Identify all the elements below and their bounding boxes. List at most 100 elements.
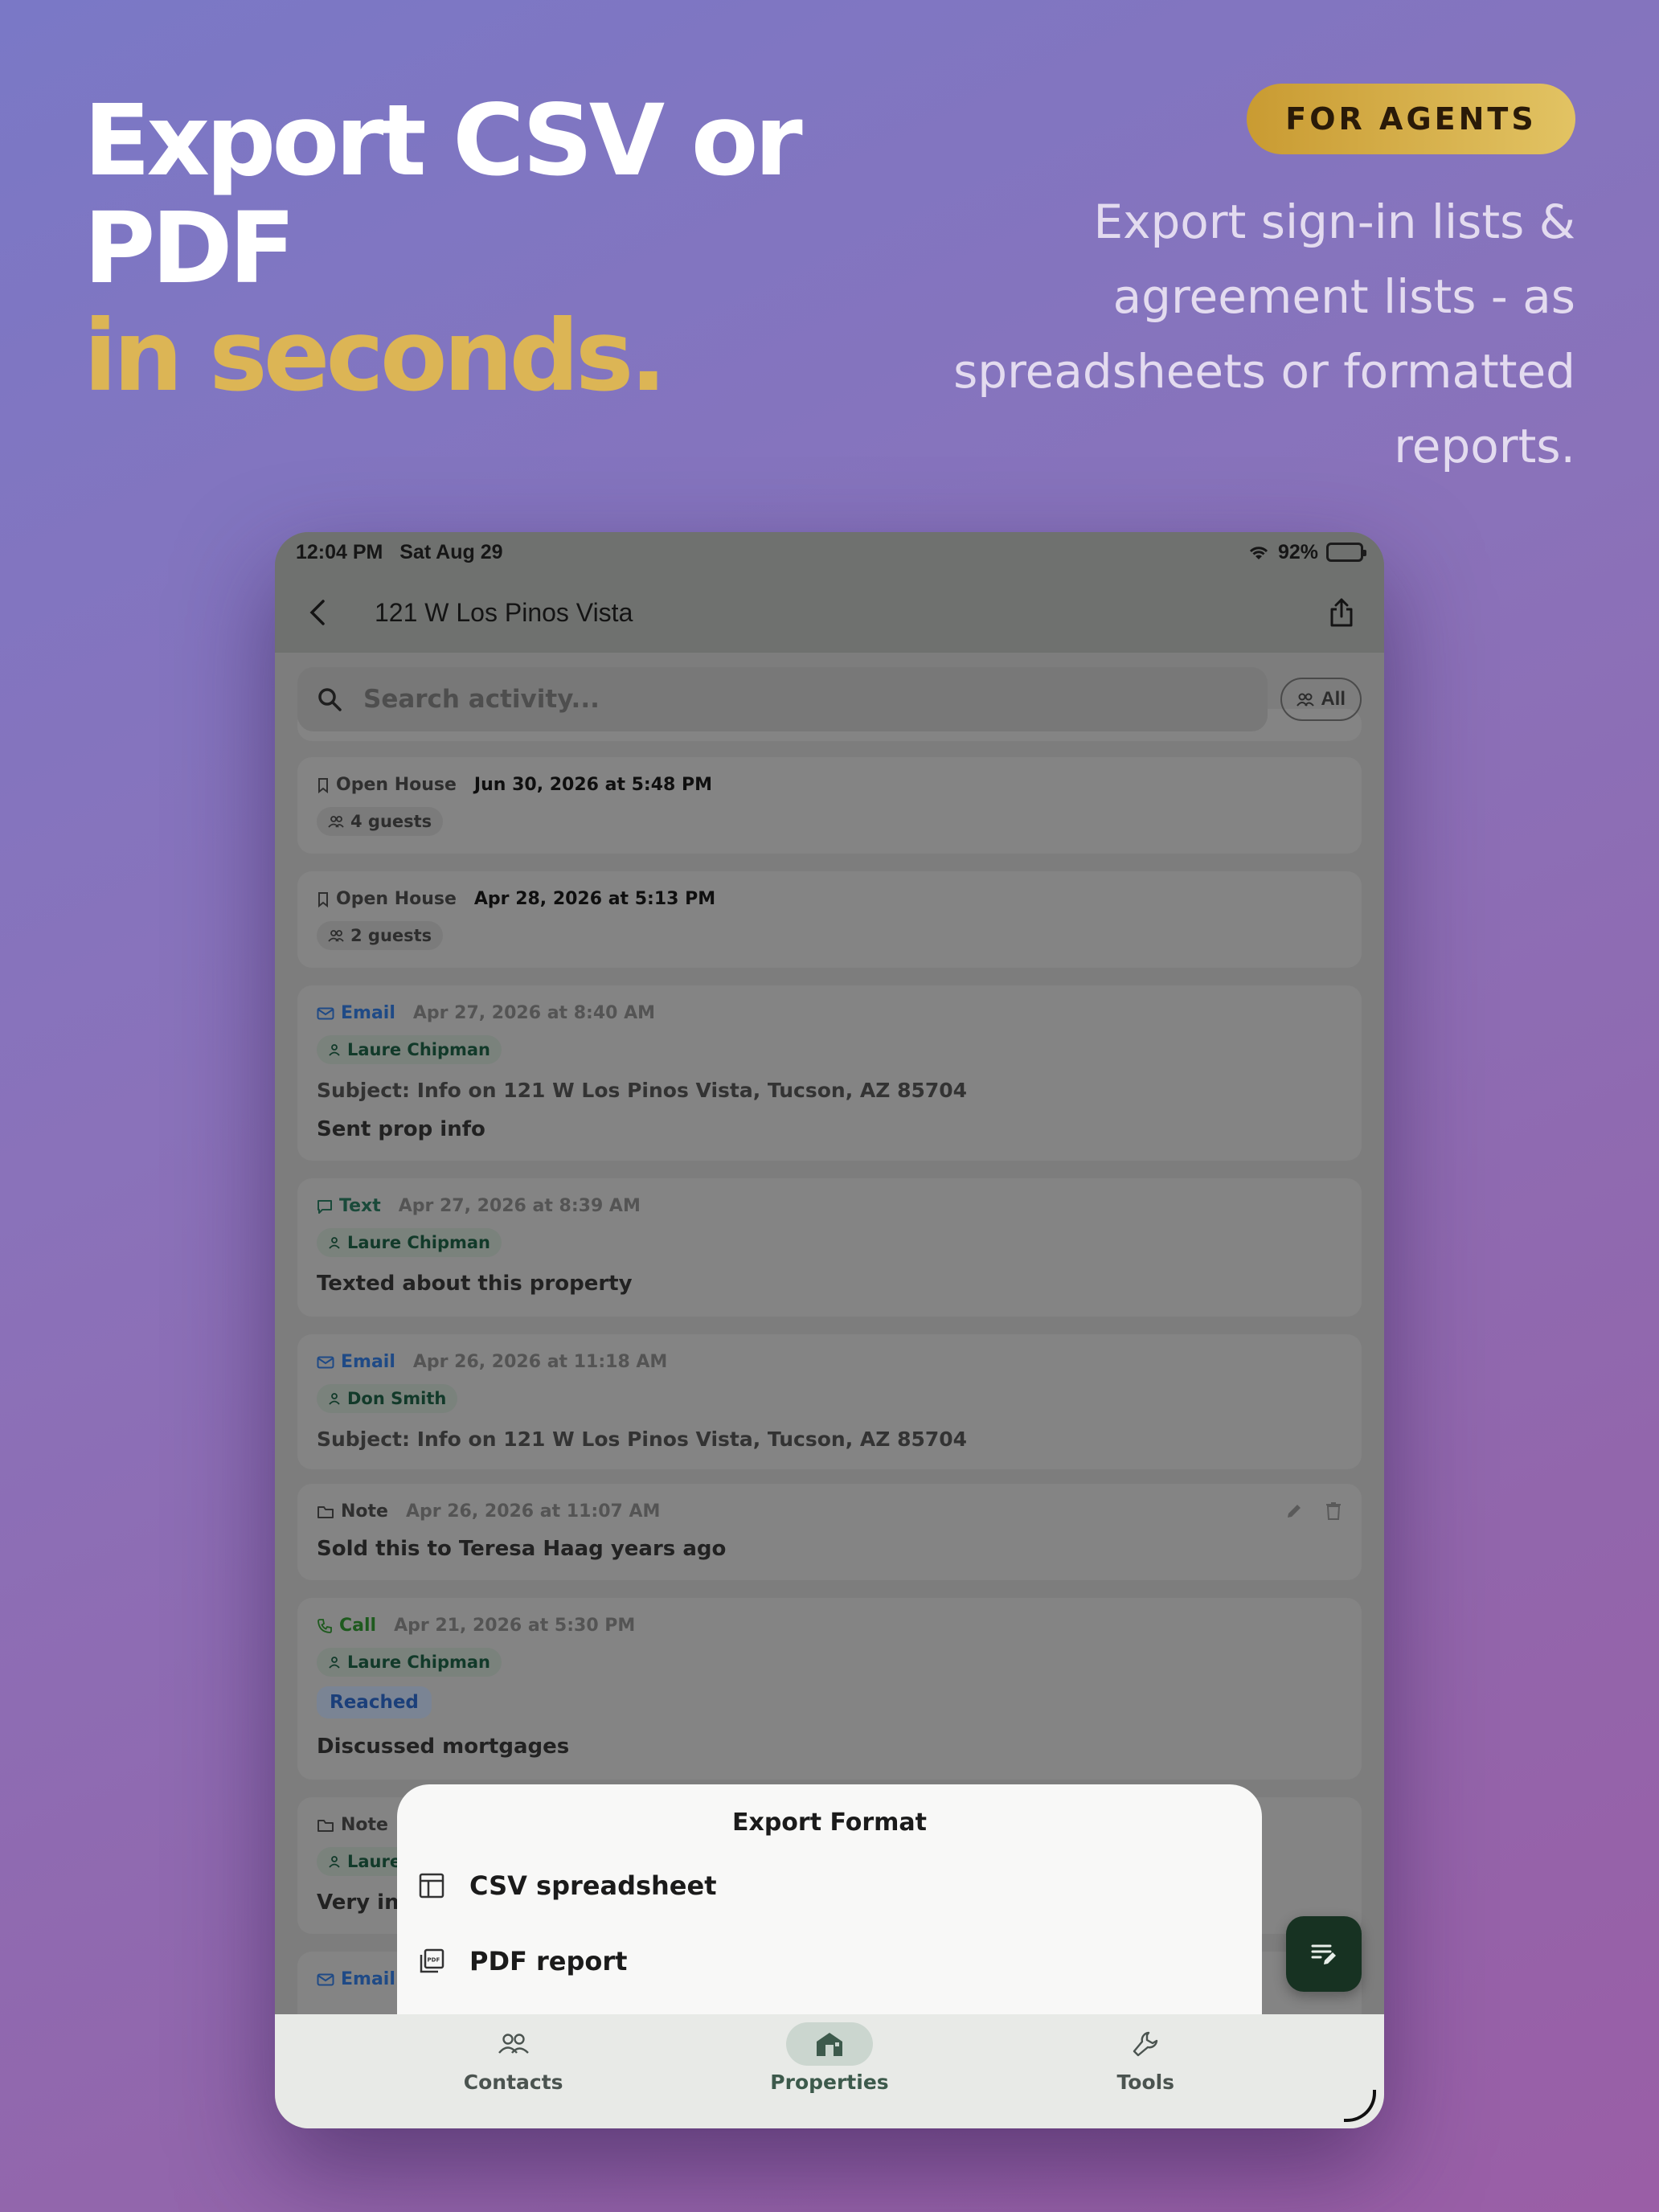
battery-icon bbox=[1326, 543, 1366, 562]
activity-body: Sold this to Teresa Haag years ago bbox=[317, 1537, 727, 1561]
activity-header: Note bbox=[317, 1815, 388, 1835]
mail-icon bbox=[317, 1007, 334, 1019]
sheet-title: Export Format bbox=[731, 1809, 928, 1837]
search-icon bbox=[318, 688, 342, 711]
activity-card[interactable]: Note Apr 26, 2026 at 11:07 AM Sold this … bbox=[297, 1484, 1362, 1580]
wifi-icon bbox=[1249, 547, 1268, 559]
activity-card[interactable]: Call Apr 21, 2026 at 5:30 PM Laure Chipm… bbox=[297, 1598, 1362, 1780]
email-subject: Subject: Info on 121 W Los Pinos Vista, … bbox=[317, 1079, 968, 1102]
note-edit-icon bbox=[1311, 1944, 1336, 1964]
pdf-icon: PDF bbox=[420, 1948, 444, 1973]
edit-icon[interactable] bbox=[1284, 1501, 1304, 1521]
person-icon bbox=[329, 1393, 340, 1405]
chat-icon bbox=[317, 1199, 332, 1214]
hero-title: Export CSV or PDF in seconds. bbox=[84, 87, 887, 410]
contact-chip[interactable]: Laure Chipman bbox=[317, 1035, 502, 1064]
bookmark-icon bbox=[318, 777, 328, 793]
contact-chip[interactable]: Don Smith bbox=[317, 1384, 458, 1413]
hero-title-accent: in seconds. bbox=[84, 299, 667, 413]
table-icon bbox=[419, 1873, 444, 1899]
status-time: 12:04 PM bbox=[296, 540, 383, 563]
nav-properties[interactable]: Properties bbox=[733, 2014, 926, 2128]
folder-icon bbox=[317, 1505, 334, 1518]
activity-header: Note Apr 26, 2026 at 11:07 AM bbox=[317, 1501, 660, 1522]
activity-body: Very in bbox=[317, 1890, 399, 1915]
call-outcome-badge: Reached bbox=[317, 1686, 432, 1718]
mail-icon bbox=[317, 1356, 334, 1368]
hero-title-line-2: PDF bbox=[84, 191, 296, 305]
activity-header: Email bbox=[317, 1969, 395, 1989]
folder-icon bbox=[317, 1819, 334, 1832]
guest-count-chip: 4 guests bbox=[317, 807, 444, 836]
activity-header: Email Apr 26, 2026 at 11:18 AM bbox=[317, 1352, 667, 1372]
delete-icon[interactable] bbox=[1325, 1501, 1342, 1521]
activity-header: Open House Apr 28, 2026 at 5:13 PM bbox=[317, 889, 715, 909]
activity-date: Jun 30, 2026 at 5:48 PM bbox=[473, 775, 713, 795]
activity-date: Apr 28, 2026 at 5:13 PM bbox=[473, 889, 716, 909]
filter-all-button[interactable]: All bbox=[1280, 678, 1362, 721]
person-icon bbox=[329, 1237, 340, 1249]
svg-text:PDF: PDF bbox=[428, 1957, 440, 1964]
activity-card[interactable]: Email Apr 26, 2026 at 11:18 AM Don Smith… bbox=[297, 1334, 1362, 1469]
status-bar: 12:04 PM Sat Aug 29 92% bbox=[275, 532, 1384, 572]
search-box[interactable] bbox=[297, 667, 1268, 731]
nav-tools-label: Tools bbox=[1116, 2071, 1175, 2094]
person-icon bbox=[329, 1856, 340, 1868]
guest-count-chip: 2 guests bbox=[317, 921, 444, 950]
people-icon bbox=[328, 930, 344, 942]
nav-contacts-label: Contacts bbox=[463, 2071, 563, 2094]
activity-type: Email bbox=[317, 1969, 395, 1989]
hero-subtitle: Export sign-in lists & agreement lists -… bbox=[953, 195, 1575, 473]
activity-card[interactable]: Open House Jun 30, 2026 at 5:48 PM 4 gue… bbox=[297, 757, 1362, 854]
activity-card[interactable]: Email Apr 27, 2026 at 8:40 AM Laure Chip… bbox=[297, 985, 1362, 1161]
bottom-navigation: Contacts Properties Tools bbox=[275, 2014, 1384, 2128]
activity-card[interactable]: Text Apr 27, 2026 at 8:39 AM Laure Chipm… bbox=[297, 1178, 1362, 1317]
search-row: All bbox=[297, 667, 1362, 731]
activity-header: Open House Jun 30, 2026 at 5:48 PM bbox=[317, 775, 712, 795]
note-actions bbox=[1284, 1501, 1342, 1521]
bookmark-icon bbox=[318, 891, 328, 907]
contact-chip[interactable]: Laure Chipman bbox=[317, 1648, 502, 1677]
activity-date: Apr 21, 2026 at 5:30 PM bbox=[394, 1616, 636, 1636]
corner-indicator bbox=[1344, 2090, 1376, 2122]
back-button[interactable] bbox=[296, 591, 339, 634]
export-csv-label: CSV spreadsheet bbox=[469, 1870, 717, 1901]
activity-type: Text bbox=[317, 1196, 381, 1216]
new-note-button[interactable] bbox=[1286, 1916, 1362, 1992]
activity-body: Texted about this property bbox=[317, 1272, 633, 1296]
tablet-screen: 12:04 PM Sat Aug 29 92% 121 W Los Pinos … bbox=[275, 532, 1384, 2128]
activity-card[interactable]: Open House Apr 28, 2026 at 5:13 PM 2 gue… bbox=[297, 871, 1362, 968]
activity-type: Note bbox=[317, 1815, 388, 1835]
properties-icon bbox=[785, 2022, 873, 2066]
export-pdf-label: PDF report bbox=[469, 1946, 628, 1976]
people-icon bbox=[1296, 693, 1315, 707]
status-right: 92% bbox=[1247, 540, 1366, 564]
export-pdf-option[interactable]: PDF PDF report bbox=[418, 1927, 1241, 1995]
nav-contacts[interactable]: Contacts bbox=[417, 2014, 610, 2128]
person-icon bbox=[329, 1657, 340, 1669]
chevron-left-icon bbox=[309, 600, 325, 625]
activity-body: Discussed mortgages bbox=[317, 1735, 570, 1759]
activity-header: Email Apr 27, 2026 at 8:40 AM bbox=[317, 1003, 655, 1023]
status-left: 12:04 PM Sat Aug 29 bbox=[296, 541, 503, 564]
activity-type: Open House bbox=[317, 889, 457, 909]
activity-date: Apr 26, 2026 at 11:07 AM bbox=[405, 1501, 661, 1522]
activity-type: Email bbox=[317, 1003, 395, 1023]
export-csv-option[interactable]: CSV spreadsheet bbox=[418, 1852, 1241, 1919]
search-input[interactable] bbox=[363, 685, 1249, 714]
activity-type: Call bbox=[317, 1616, 376, 1636]
email-subject: Subject: Info on 121 W Los Pinos Vista, … bbox=[317, 1428, 968, 1451]
nav-tools[interactable]: Tools bbox=[1049, 2014, 1242, 2128]
people-icon bbox=[328, 816, 344, 828]
activity-body: Sent prop info bbox=[317, 1117, 485, 1141]
contact-chip[interactable]: Laure Chipman bbox=[317, 1228, 502, 1257]
page-title: 121 W Los Pinos Vista bbox=[375, 597, 633, 627]
hero-title-line-1: Export CSV or bbox=[84, 84, 803, 198]
activity-date: Apr 26, 2026 at 11:18 AM bbox=[412, 1352, 668, 1372]
status-date: Sat Aug 29 bbox=[399, 540, 503, 563]
contacts-icon bbox=[470, 2022, 557, 2066]
activity-date: Apr 27, 2026 at 8:40 AM bbox=[412, 1003, 656, 1023]
share-button[interactable] bbox=[1320, 591, 1363, 634]
filter-label: All bbox=[1321, 688, 1346, 710]
battery-percent: 92% bbox=[1277, 540, 1318, 563]
